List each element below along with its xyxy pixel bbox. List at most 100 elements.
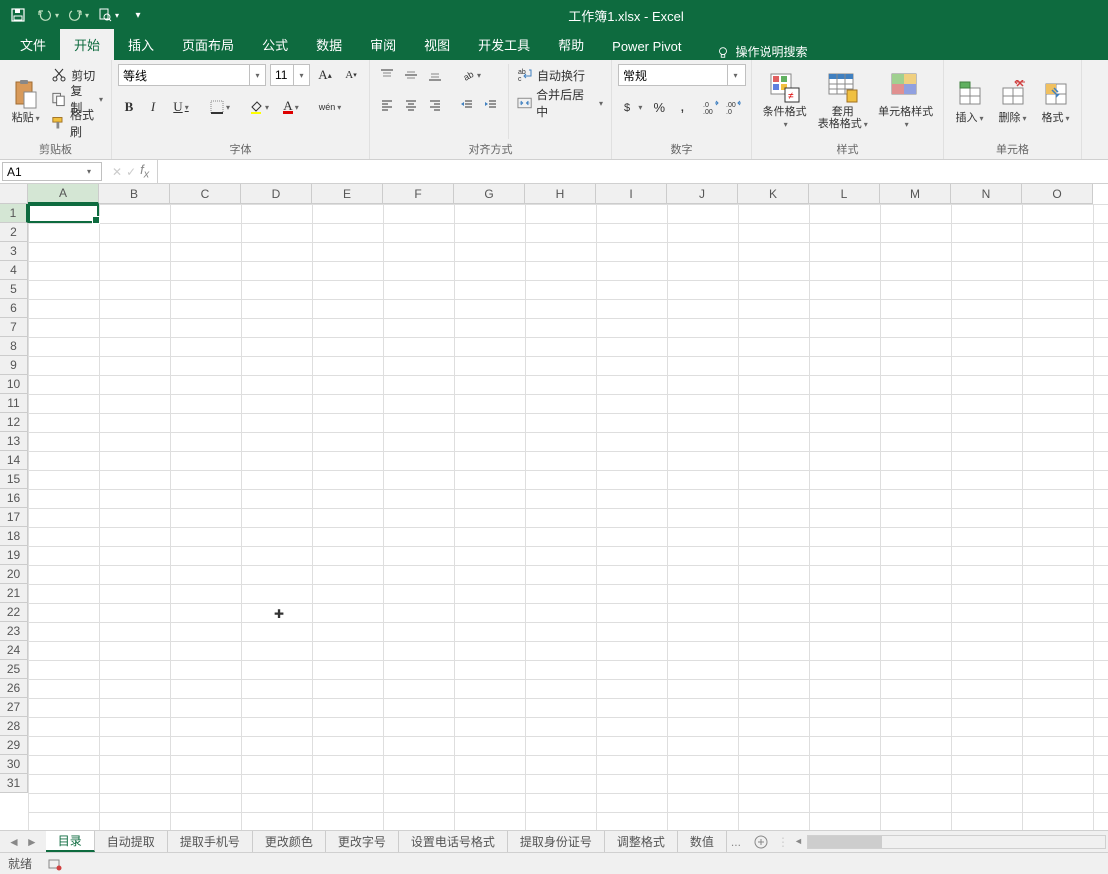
preview-button[interactable]: ▾ [96,3,120,27]
row-header[interactable]: 30 [0,755,28,774]
increase-font-button[interactable]: A▴ [314,64,336,86]
row-header[interactable]: 14 [0,451,28,470]
row-header[interactable]: 9 [0,356,28,375]
column-header[interactable]: K [738,184,809,204]
row-header[interactable]: 7 [0,318,28,337]
column-header[interactable]: J [667,184,738,204]
paste-button[interactable]: 粘贴▾ [6,64,45,139]
enter-formula-button[interactable]: ✓ [126,165,136,179]
row-header[interactable]: 2 [0,223,28,242]
row-header[interactable]: 6 [0,299,28,318]
row-header[interactable]: 22 [0,603,28,622]
column-header[interactable]: M [880,184,951,204]
number-format-combo[interactable]: ▾ [618,64,746,86]
column-header[interactable]: N [951,184,1022,204]
column-header[interactable]: L [809,184,880,204]
decrease-decimal-button[interactable]: .00.0 [724,96,745,118]
column-header[interactable]: I [596,184,667,204]
sheet-nav-prev[interactable]: ◄ [6,835,22,849]
row-header[interactable]: 3 [0,242,28,261]
row-header[interactable]: 24 [0,641,28,660]
tab-insert[interactable]: 插入 [114,29,168,60]
column-header[interactable]: B [99,184,170,204]
merge-center-button[interactable]: 合并后居中▾ [515,92,605,114]
row-header[interactable]: 27 [0,698,28,717]
row-header[interactable]: 23 [0,622,28,641]
row-header[interactable]: 11 [0,394,28,413]
row-header[interactable]: 21 [0,584,28,603]
currency-button[interactable]: $▾ [618,96,647,118]
bold-button[interactable]: B [118,96,140,118]
column-header[interactable]: O [1022,184,1093,204]
tab-formulas[interactable]: 公式 [248,29,302,60]
number-format-dropdown[interactable]: ▾ [727,65,743,85]
qat-customize[interactable]: ▾ [126,3,150,27]
cancel-formula-button[interactable]: ✕ [112,165,122,179]
align-middle-button[interactable] [400,64,422,86]
decrease-font-button[interactable]: A▾ [340,64,362,86]
phonetic-button[interactable]: wén▾ [315,96,345,118]
decrease-indent-button[interactable] [456,94,478,116]
font-color-button[interactable]: A▾ [276,96,306,118]
conditional-format-button[interactable]: ≠ 条件格式▾ [758,64,811,139]
row-header[interactable]: 26 [0,679,28,698]
row-header[interactable]: 29 [0,736,28,755]
insert-cell-button[interactable]: 插入▾ [950,64,989,139]
font-size-combo[interactable]: ▾ [270,64,310,86]
cell-styles-button[interactable]: 单元格样式▾ [874,64,937,139]
row-header[interactable]: 16 [0,489,28,508]
sheet-tab[interactable]: 更改颜色 [253,831,326,852]
column-header[interactable]: H [525,184,596,204]
sheet-nav-next[interactable]: ► [24,835,40,849]
column-header[interactable]: D [241,184,312,204]
font-name-combo[interactable]: ▾ [118,64,266,86]
redo-button[interactable]: ▾ [66,3,90,27]
align-center-button[interactable] [400,94,422,116]
horizontal-scrollbar[interactable]: ◄► [807,835,1106,849]
increase-decimal-button[interactable]: .0.00 [701,96,722,118]
align-bottom-button[interactable] [424,64,446,86]
row-header[interactable]: 20 [0,565,28,584]
comma-button[interactable]: , [672,96,693,118]
sheet-tab-active[interactable]: 目录 [46,831,95,852]
italic-button[interactable]: I [142,96,164,118]
column-header[interactable]: C [170,184,241,204]
sheet-tab[interactable]: 数值 [678,831,727,852]
tab-dev[interactable]: 开发工具 [464,29,544,60]
sheet-tab[interactable]: 提取身份证号 [508,831,605,852]
increase-indent-button[interactable] [480,94,502,116]
format-cell-button[interactable]: 格式▾ [1036,64,1075,139]
name-box[interactable]: ▾ [2,162,102,181]
format-painter-button[interactable]: 格式刷 [49,112,105,134]
tab-file[interactable]: 文件 [6,29,60,60]
tab-pivot[interactable]: Power Pivot [598,33,695,60]
row-header[interactable]: 12 [0,413,28,432]
align-left-button[interactable] [376,94,398,116]
column-header[interactable]: E [312,184,383,204]
orientation-button[interactable]: ab▾ [456,64,486,86]
row-header[interactable]: 18 [0,527,28,546]
row-header[interactable]: 8 [0,337,28,356]
sheet-tab[interactable]: 调整格式 [605,831,678,852]
border-button[interactable]: ▾ [205,96,235,118]
formula-input[interactable] [158,160,1108,183]
row-header[interactable]: 25 [0,660,28,679]
tab-home[interactable]: 开始 [60,29,114,60]
row-header[interactable]: 10 [0,375,28,394]
active-cell[interactable] [28,204,99,223]
font-size-input[interactable] [271,68,293,82]
number-format-input[interactable] [619,68,727,82]
row-header[interactable]: 28 [0,717,28,736]
row-header[interactable]: 19 [0,546,28,565]
sheet-tab[interactable]: 设置电话号格式 [399,831,508,852]
row-header[interactable]: 13 [0,432,28,451]
row-header[interactable]: 1 [0,204,28,223]
align-top-button[interactable] [376,64,398,86]
tab-view[interactable]: 视图 [410,29,464,60]
name-box-dropdown[interactable]: ▾ [81,163,97,180]
wrap-text-button[interactable]: abc自动换行 [515,64,605,86]
save-button[interactable] [6,3,30,27]
column-header[interactable]: F [383,184,454,204]
new-sheet-button[interactable] [745,834,777,850]
align-right-button[interactable] [424,94,446,116]
